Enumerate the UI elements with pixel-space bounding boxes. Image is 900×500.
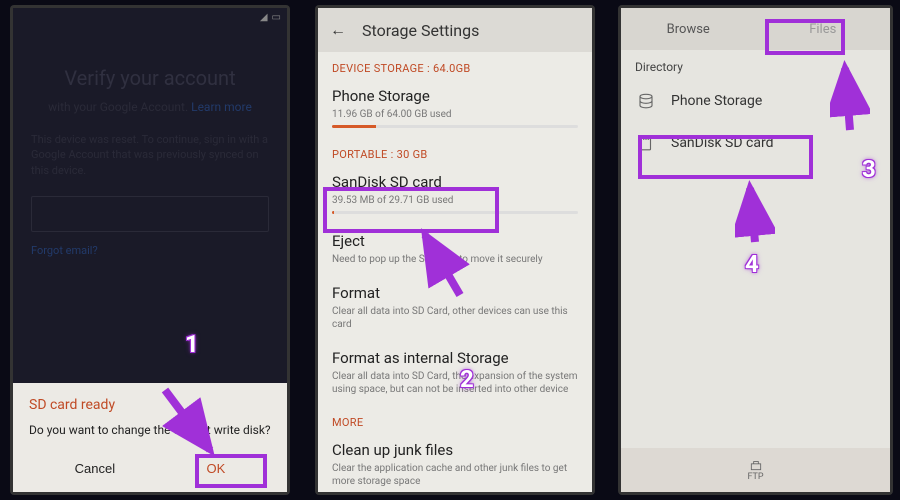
- verify-title: Verify your account: [31, 66, 269, 90]
- step-2: 2: [460, 365, 474, 393]
- header-title: Storage Settings: [362, 21, 479, 40]
- screen-2: ← Storage Settings DEVICE STORAGE : 64.0…: [318, 8, 592, 492]
- status-bar: ◢ ▭: [13, 8, 287, 26]
- phone-storage-row[interactable]: Phone Storage: [621, 80, 890, 122]
- cancel-button[interactable]: Cancel: [55, 455, 135, 482]
- sdcard-icon: [635, 132, 657, 154]
- phone-storage-item[interactable]: Phone Storage 11.96 GB of 64.00 GB used: [318, 79, 592, 138]
- phone-storage-bar: [332, 125, 578, 128]
- tabs: Browse Files: [621, 8, 890, 50]
- phone-storage-label: Phone Storage: [671, 93, 762, 109]
- sdcard-item[interactable]: SanDisk SD card 39.53 MB of 29.71 GB use…: [318, 165, 592, 224]
- tab-files[interactable]: Files: [756, 8, 891, 50]
- dialog-buttons: Cancel OK: [29, 455, 271, 482]
- screen-1: ◢ ▭ Verify your account with your Google…: [13, 8, 287, 492]
- battery-icon: ▭: [272, 12, 281, 23]
- sdcard-bar: [332, 211, 578, 214]
- verify-body: Verify your account with your Google Acc…: [13, 26, 287, 257]
- storage-icon: [635, 90, 657, 112]
- verify-subtitle: with your Google Account. Learn more: [31, 100, 269, 114]
- phone-2-storage-settings: ← Storage Settings DEVICE STORAGE : 64.0…: [315, 5, 595, 495]
- step-1: 1: [185, 330, 199, 358]
- device-storage-section: DEVICE STORAGE : 64.0GB: [318, 52, 592, 79]
- email-field[interactable]: [31, 196, 269, 232]
- wifi-icon: ◢: [260, 12, 268, 23]
- tab-browse[interactable]: Browse: [621, 8, 756, 50]
- format-item[interactable]: Format Clear all data into SD Card, othe…: [318, 276, 592, 341]
- eject-item[interactable]: Eject Need to pop up the SD Card, to mov…: [318, 224, 592, 276]
- cleanup-item[interactable]: Clean up junk files Clear the applicatio…: [318, 433, 592, 492]
- sdcard-label: SanDisk SD card: [671, 135, 773, 151]
- sdcard-row[interactable]: SanDisk SD card: [621, 122, 890, 164]
- ok-button[interactable]: OK: [187, 455, 246, 482]
- portable-section: PORTABLE : 30 GB: [318, 138, 592, 165]
- learn-more-link[interactable]: Learn more: [191, 100, 252, 114]
- settings-header: ← Storage Settings: [318, 8, 592, 52]
- back-icon[interactable]: ←: [330, 20, 346, 40]
- format-internal-item[interactable]: Format as internal Storage Clear all dat…: [318, 341, 592, 406]
- directory-label: Directory: [621, 50, 890, 80]
- step-3: 3: [862, 155, 876, 183]
- dialog-text: Do you want to change the default write …: [29, 423, 271, 437]
- forgot-email-link[interactable]: Forgot email?: [31, 244, 269, 257]
- dialog-title: SD card ready: [29, 397, 271, 413]
- phone-1-verify-account: ◢ ▭ Verify your account with your Google…: [10, 5, 290, 495]
- sd-ready-dialog: SD card ready Do you want to change the …: [13, 383, 287, 492]
- ftp-button[interactable]: FTP: [621, 448, 890, 492]
- step-4: 4: [745, 250, 759, 278]
- verify-note: This device was reset. To continue, sign…: [31, 132, 269, 178]
- more-section: MORE: [318, 406, 592, 433]
